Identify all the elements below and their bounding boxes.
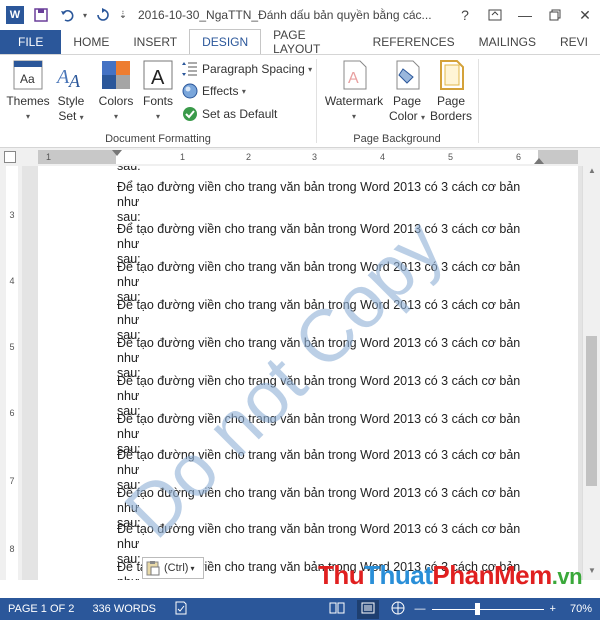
save-icon[interactable] xyxy=(28,0,54,30)
quick-access-toolbar: W ▾ ⇣ xyxy=(0,0,130,30)
svg-text:A: A xyxy=(55,66,70,88)
zoom-out-icon[interactable]: — xyxy=(415,603,426,615)
scroll-down-icon[interactable]: ▼ xyxy=(583,566,600,580)
page-color-icon xyxy=(391,59,423,91)
title-bar: W ▾ ⇣ 2016-10-30_NgaTTN_Đánh dấu bản quy… xyxy=(0,0,600,30)
group-label: Document Formatting xyxy=(105,133,211,145)
window-controls: ? — ✕ xyxy=(450,0,600,30)
vertical-ruler: 3 4 5 6 7 8 xyxy=(0,166,22,580)
tab-home[interactable]: HOME xyxy=(61,30,121,54)
svg-text:A: A xyxy=(151,67,165,89)
indent-marker-icon[interactable] xyxy=(112,150,122,156)
svg-text:A: A xyxy=(348,70,359,87)
group-label: Page Background xyxy=(353,133,441,145)
tab-page-layout[interactable]: PAGE LAYOUT xyxy=(261,28,360,56)
redo-icon[interactable] xyxy=(90,0,116,30)
watermark-icon: A xyxy=(338,59,370,91)
document-formatting-group: Aa Themes ▾ AA Style Set ▾ Colors ▾ A Fo… xyxy=(0,55,316,147)
undo-icon[interactable] xyxy=(54,0,80,30)
chevron-down-icon: ▾ xyxy=(351,112,356,121)
svg-text:Aa: Aa xyxy=(20,72,35,86)
ribbon: Aa Themes ▾ AA Style Set ▾ Colors ▾ A Fo… xyxy=(0,54,600,148)
ribbon-tabs: FILE HOME INSERT DESIGN PAGE LAYOUT REFE… xyxy=(0,28,600,56)
proofing-icon[interactable] xyxy=(174,601,188,618)
tab-mailings[interactable]: MAILINGS xyxy=(467,30,548,54)
fonts-button[interactable]: A Fonts ▾ xyxy=(136,59,180,124)
ribbon-display-icon[interactable] xyxy=(480,0,510,30)
document-paragraph[interactable]: Để tạo đường viền cho trang văn bản tron… xyxy=(117,180,535,225)
chevron-down-icon: ▾ xyxy=(155,112,160,121)
zoom-level[interactable]: 70% xyxy=(570,603,592,615)
status-bar: PAGE 1 OF 2 336 WORDS — + 70% xyxy=(0,598,600,620)
right-indent-marker-icon[interactable] xyxy=(534,158,544,164)
print-layout-icon[interactable] xyxy=(356,599,379,619)
watermark-button[interactable]: A Watermark ▾ xyxy=(322,59,386,124)
group-divider xyxy=(316,59,317,143)
zoom-slider-knob[interactable] xyxy=(474,602,480,615)
paste-options-button[interactable]: (Ctrl) ▾ xyxy=(142,557,204,579)
page-borders-icon xyxy=(435,59,467,91)
site-logo: ThuThuatPhanMem.vn xyxy=(318,560,583,590)
chevron-down-icon: ▾ xyxy=(113,112,118,121)
document-title: 2016-10-30_NgaTTN_Đánh dấu bản quyền bằn… xyxy=(138,8,432,22)
set-as-default-button[interactable]: Set as Default xyxy=(182,104,277,124)
themes-icon: Aa xyxy=(12,59,44,91)
zoom-in-icon[interactable]: + xyxy=(550,603,556,615)
style-set-button[interactable]: AA Style Set ▾ xyxy=(50,59,92,125)
effects-button[interactable]: Effects ▾ xyxy=(182,81,246,101)
clipboard-icon xyxy=(146,561,160,576)
close-icon[interactable]: ✕ xyxy=(570,0,600,30)
svg-text:A: A xyxy=(68,71,81,91)
vertical-scrollbar[interactable]: ▲ ▼ xyxy=(582,166,600,580)
document-canvas: sau: Để tạo đường viền cho trang văn bản… xyxy=(22,166,582,580)
word-logo-icon[interactable]: W xyxy=(6,6,24,24)
undo-dropdown-icon[interactable]: ▾ xyxy=(80,0,90,30)
help-button[interactable]: ? xyxy=(450,0,480,30)
scroll-up-icon[interactable]: ▲ xyxy=(583,166,600,180)
zoom-slider[interactable] xyxy=(431,602,544,615)
checkmark-icon xyxy=(183,107,197,121)
group-divider xyxy=(478,59,479,143)
read-mode-icon[interactable] xyxy=(329,602,345,617)
restore-icon[interactable] xyxy=(540,0,570,30)
page-background-group: A Watermark ▾ Page Color ▾ Page Borders … xyxy=(318,55,476,147)
web-layout-icon[interactable] xyxy=(391,601,405,618)
zoom-controls: — + 70% xyxy=(329,598,592,620)
tab-insert[interactable]: INSERT xyxy=(121,30,189,54)
tab-review[interactable]: REVI xyxy=(548,30,600,54)
chevron-down-icon: ▾ xyxy=(25,112,30,121)
tab-selector[interactable] xyxy=(4,151,16,163)
tab-design[interactable]: DESIGN xyxy=(189,29,262,54)
page-count[interactable]: PAGE 1 OF 2 xyxy=(8,603,74,615)
horizontal-ruler-row: 1 1 2 3 4 5 6 xyxy=(0,148,600,166)
scrollbar-thumb[interactable] xyxy=(586,336,597,486)
colors-button[interactable]: Colors ▾ xyxy=(94,59,138,124)
effects-icon xyxy=(182,83,198,99)
horizontal-ruler[interactable]: 1 1 2 3 4 5 6 xyxy=(38,150,578,164)
page-color-button[interactable]: Page Color ▾ xyxy=(384,59,430,125)
colors-icon xyxy=(100,59,132,91)
tab-references[interactable]: REFERENCES xyxy=(361,30,467,54)
fonts-icon: A xyxy=(142,59,174,91)
top-fragment[interactable]: sau: xyxy=(117,166,535,174)
document-page[interactable]: sau: Để tạo đường viền cho trang văn bản… xyxy=(38,166,578,580)
themes-button[interactable]: Aa Themes ▾ xyxy=(6,59,50,124)
minimize-icon[interactable]: — xyxy=(510,0,540,30)
customize-toolbar-icon[interactable]: ⇣ xyxy=(116,0,130,30)
paragraph-spacing-icon xyxy=(182,62,197,76)
paragraph-spacing-button[interactable]: Paragraph Spacing ▾ xyxy=(182,59,312,79)
word-count[interactable]: 336 WORDS xyxy=(92,603,156,615)
page-borders-button[interactable]: Page Borders xyxy=(428,59,474,124)
style-set-icon: AA xyxy=(55,59,87,91)
tab-file[interactable]: FILE xyxy=(0,30,62,54)
